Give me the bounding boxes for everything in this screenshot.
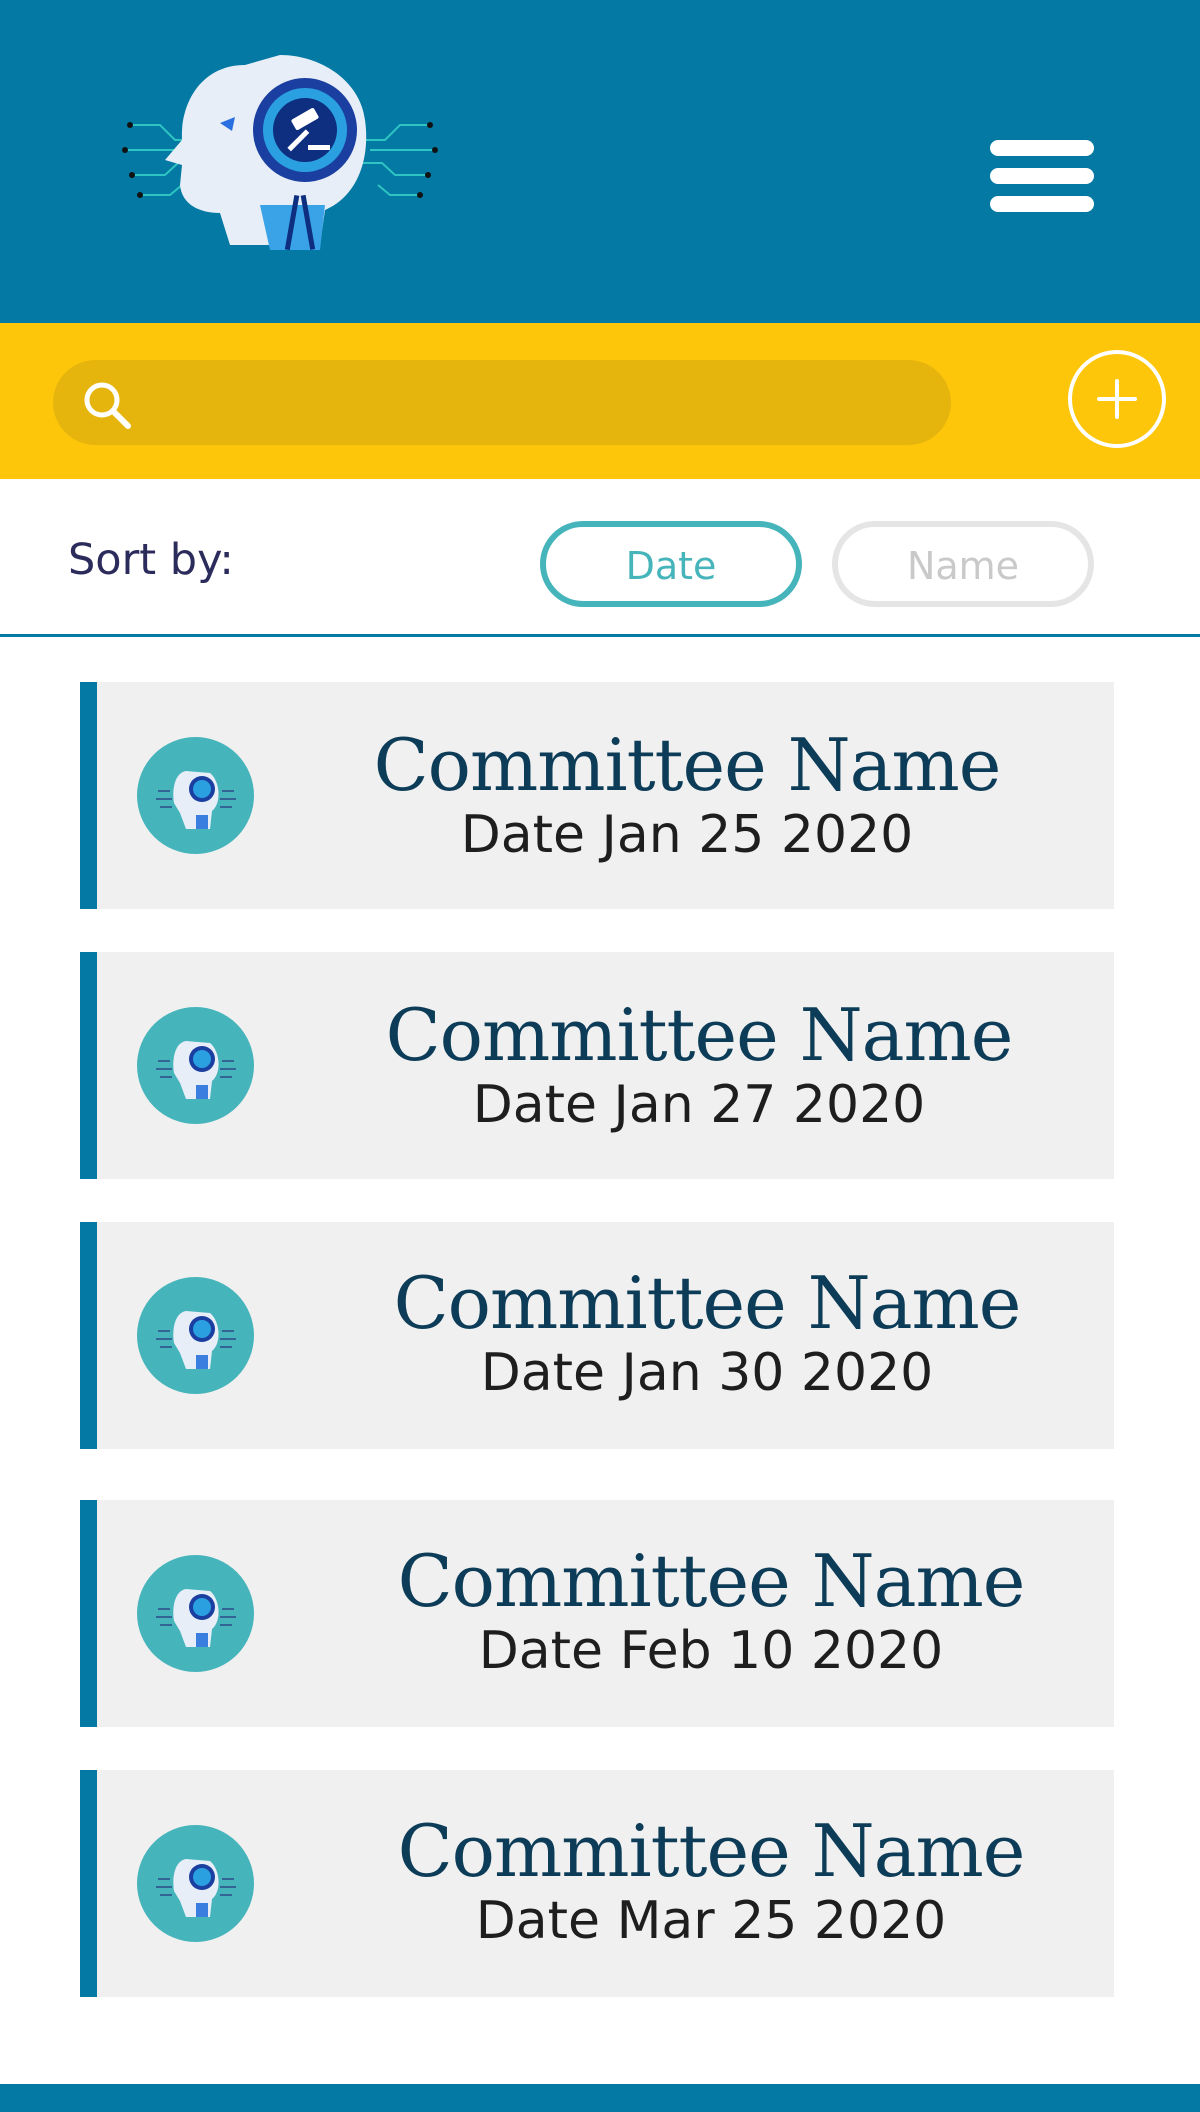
- committee-name: Committee Name: [397, 1809, 1026, 1893]
- committee-date: Date Mar 25 2020: [475, 1891, 947, 1951]
- add-committee-button[interactable]: [1068, 350, 1166, 448]
- committee-text: Committee Name Date Feb 10 2020: [281, 1540, 1141, 1680]
- committee-avatar-icon: [137, 1555, 254, 1672]
- plus-circle-icon: [1097, 379, 1137, 419]
- committee-date: Date Jan 30 2020: [480, 1343, 934, 1403]
- sort-label: Sort by:: [68, 535, 234, 585]
- committee-list-item[interactable]: Committee Name Date Feb 10 2020: [80, 1500, 1114, 1727]
- committee-date: Date Jan 25 2020: [460, 805, 914, 865]
- committee-avatar-icon: [137, 1825, 254, 1942]
- committee-list-item[interactable]: Committee Name Date Jan 25 2020: [80, 682, 1114, 909]
- committee-name: Committee Name: [397, 1539, 1026, 1623]
- committee-list-item[interactable]: Committee Name Date Jan 30 2020: [80, 1222, 1114, 1449]
- committee-name: Committee Name: [393, 1261, 1022, 1345]
- hamburger-menu-icon[interactable]: [990, 136, 1094, 216]
- committee-avatar-icon: [137, 1007, 254, 1124]
- search-icon: [84, 382, 131, 429]
- footer-bar: [0, 2084, 1200, 2112]
- search-bar: [0, 323, 1200, 479]
- sort-by-date-button[interactable]: Date: [540, 521, 802, 607]
- committee-text: Committee Name Date Mar 25 2020: [281, 1810, 1141, 1950]
- search-input[interactable]: [150, 360, 930, 445]
- ai-judge-logo-icon: [120, 45, 440, 275]
- menu-line: [990, 196, 1094, 212]
- app-header: [0, 0, 1200, 323]
- committee-text: Committee Name Date Jan 25 2020: [257, 724, 1117, 864]
- committee-avatar-icon: [137, 1277, 254, 1394]
- menu-line: [990, 168, 1094, 184]
- committee-name: Committee Name: [385, 993, 1014, 1077]
- committee-date: Date Jan 27 2020: [472, 1075, 926, 1135]
- committee-avatar-icon: [137, 737, 254, 854]
- committee-list-item[interactable]: Committee Name Date Jan 27 2020: [80, 952, 1114, 1179]
- committee-text: Committee Name Date Jan 27 2020: [269, 994, 1129, 1134]
- committee-list-item[interactable]: Committee Name Date Mar 25 2020: [80, 1770, 1114, 1997]
- committee-name: Committee Name: [373, 723, 1002, 807]
- sort-by-name-button[interactable]: Name: [832, 521, 1094, 607]
- committee-text: Committee Name Date Jan 30 2020: [277, 1262, 1137, 1402]
- menu-line: [990, 140, 1094, 156]
- committee-date: Date Feb 10 2020: [478, 1621, 944, 1681]
- sort-row: Sort by: Date Name: [0, 479, 1200, 637]
